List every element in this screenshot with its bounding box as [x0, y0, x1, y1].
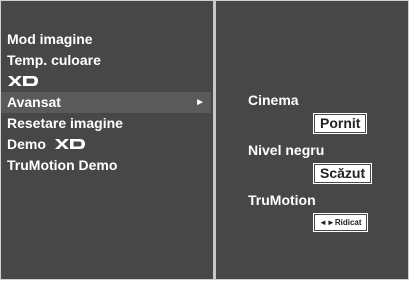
advanced-settings-list: Cinema Pornit Nivel negru Scăzut TruMoti… — [248, 90, 373, 238]
osd-menu-window: Mod imagine Temp. culoare Avansat ► Rese… — [0, 0, 409, 280]
xd-logo-icon — [54, 138, 86, 150]
menu-item-label: Temp. culoare — [7, 52, 101, 68]
black-level-value: Scăzut — [315, 165, 371, 182]
cinema-value: Pornit — [315, 115, 366, 132]
menu-item-label: Resetare imagine — [7, 115, 123, 131]
black-level-label: Nivel negru — [248, 142, 325, 158]
xd-logo-icon — [7, 75, 39, 87]
menu-item-mod-imagine[interactable]: Mod imagine — [7, 29, 211, 50]
trumotion-value: Ridicat — [334, 218, 362, 227]
menu-item-label: Demo — [7, 136, 46, 152]
picture-menu-list: Mod imagine Temp. culoare Avansat ► Rese… — [1, 29, 211, 176]
picture-menu-panel: Mod imagine Temp. culoare Avansat ► Rese… — [1, 1, 213, 279]
left-right-arrows-icon: ◄► — [319, 218, 335, 227]
menu-item-avansat[interactable]: Avansat ► — [1, 92, 211, 113]
menu-item-resetare-imagine[interactable]: Resetare imagine — [7, 113, 211, 134]
menu-item-trumotion-demo[interactable]: TruMotion Demo — [7, 155, 211, 176]
menu-item-demo-xd[interactable]: Demo — [7, 134, 211, 155]
cinema-label: Cinema — [248, 92, 299, 108]
menu-item-label: Mod imagine — [7, 31, 93, 47]
menu-item-label: TruMotion Demo — [7, 157, 118, 173]
cinema-value-box[interactable]: Pornit — [313, 113, 368, 134]
advanced-submenu-panel: Cinema Pornit Nivel negru Scăzut TruMoti… — [216, 1, 408, 279]
arrow-right-icon: ► — [195, 97, 205, 108]
trumotion-value-inner: ◄►Ridicat — [315, 215, 366, 230]
trumotion-label: TruMotion — [248, 192, 316, 208]
menu-item-xd[interactable] — [7, 71, 211, 92]
menu-item-temp-culoare[interactable]: Temp. culoare — [7, 50, 211, 71]
menu-item-label: Avansat — [7, 94, 61, 110]
trumotion-value-box[interactable]: ◄►Ridicat — [313, 213, 368, 232]
black-level-value-box[interactable]: Scăzut — [313, 163, 373, 184]
